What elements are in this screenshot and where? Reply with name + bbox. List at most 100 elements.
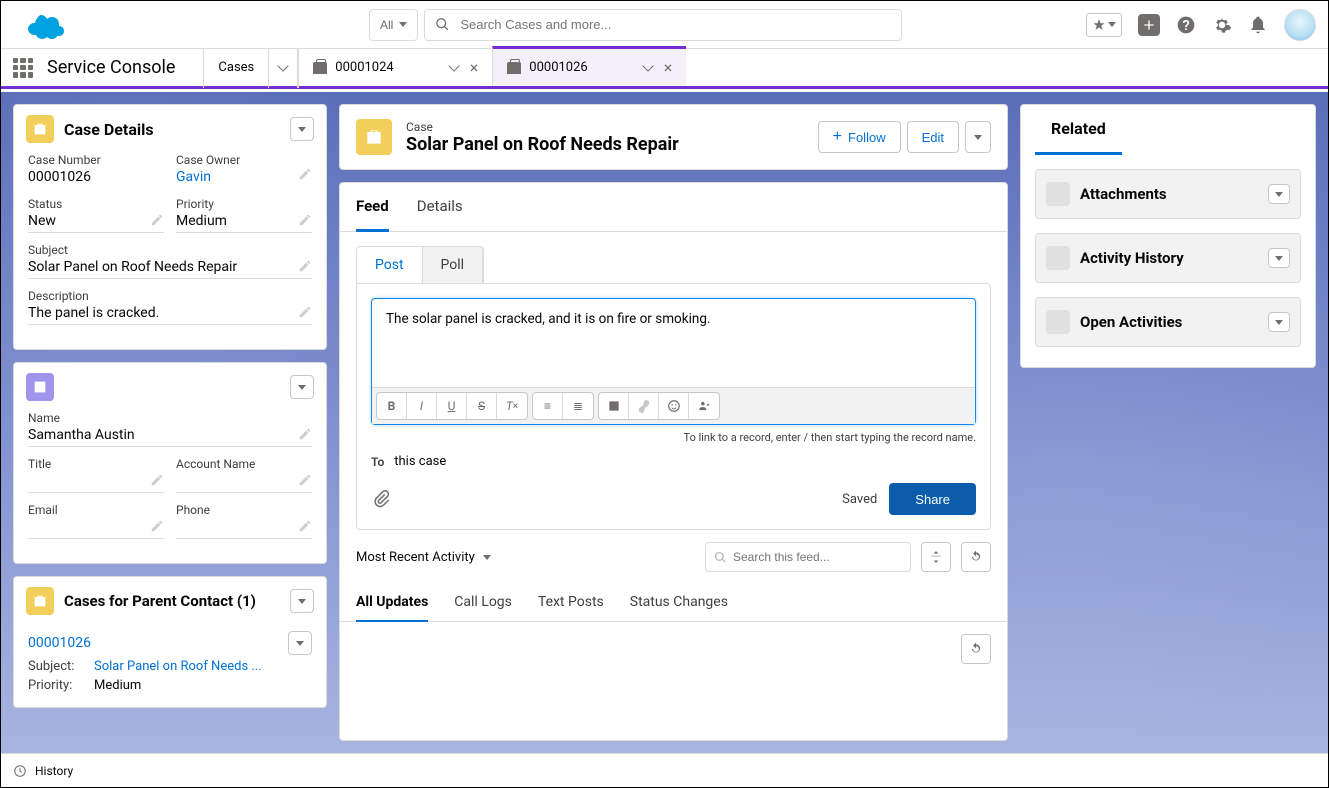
related-card-label: Attachments [1080, 185, 1258, 203]
italic-button[interactable]: I [407, 393, 437, 419]
follow-button[interactable]: +Follow [818, 121, 901, 153]
card-action-menu[interactable] [290, 375, 314, 399]
underline-button[interactable]: U [437, 393, 467, 419]
emoji-button[interactable] [659, 393, 689, 419]
related-card-menu[interactable] [1268, 312, 1290, 332]
chevron-down-icon[interactable] [448, 60, 459, 71]
publisher-tab-poll[interactable]: Poll [423, 247, 484, 283]
feed-refresh-button[interactable] [961, 634, 991, 664]
field-label: Subject: [28, 659, 84, 674]
nav-object-label: Cases [218, 60, 254, 75]
field-label: Priority [176, 197, 312, 211]
favorites-button[interactable] [1086, 13, 1122, 37]
related-card-activity-history[interactable]: Activity History [1035, 233, 1301, 283]
close-icon[interactable]: × [470, 58, 479, 77]
to-value[interactable]: this case [394, 454, 446, 469]
workspace-tab-0[interactable]: 00001024 × [298, 48, 492, 88]
search-scope-button[interactable]: All [369, 9, 418, 41]
bulleted-list-button[interactable]: ≡ [533, 393, 563, 419]
feed-expand-button[interactable] [921, 542, 951, 572]
more-actions-button[interactable] [965, 121, 991, 153]
app-launcher-icon[interactable] [13, 58, 33, 78]
image-button[interactable] [599, 393, 629, 419]
activity-history-icon [1046, 246, 1070, 270]
feed-filter-calls[interactable]: Call Logs [454, 584, 512, 622]
chevron-down-icon [1275, 320, 1283, 325]
card-action-menu[interactable] [290, 117, 314, 141]
chevron-down-icon [298, 127, 306, 132]
pencil-icon[interactable] [298, 213, 312, 227]
pencil-icon[interactable] [150, 473, 164, 487]
context-bar: Service Console Cases 00001024 × 0000102… [1, 49, 1328, 89]
post-textarea[interactable]: The solar panel is cracked, and it is on… [372, 299, 975, 387]
pencil-icon[interactable] [298, 473, 312, 487]
case-icon [313, 62, 327, 74]
gear-icon[interactable] [1212, 15, 1232, 35]
related-card-open-activities[interactable]: Open Activities [1035, 297, 1301, 347]
parent-case-link[interactable]: 00001026 [28, 635, 91, 651]
pencil-icon[interactable] [298, 167, 312, 181]
case-number-value: 00001026 [28, 169, 164, 187]
bold-button[interactable]: B [377, 393, 407, 419]
feed-filter-all[interactable]: All Updates [356, 584, 428, 622]
case-icon [26, 587, 54, 615]
nav-object-dropdown[interactable] [268, 48, 298, 88]
chevron-down-icon [298, 599, 306, 604]
related-card-menu[interactable] [1268, 248, 1290, 268]
mention-button[interactable] [689, 393, 719, 419]
related-card-attachments[interactable]: Attachments [1035, 169, 1301, 219]
card-action-menu[interactable] [290, 589, 314, 613]
case-owner-value[interactable]: Gavin [176, 169, 312, 187]
attach-icon[interactable] [371, 489, 391, 509]
close-icon[interactable]: × [664, 58, 673, 77]
publisher-tab-post[interactable]: Post [357, 247, 423, 283]
feed-filter-status[interactable]: Status Changes [630, 584, 728, 622]
related-card-label: Open Activities [1080, 313, 1258, 331]
star-icon [1092, 18, 1106, 32]
plus-icon: + [833, 128, 842, 146]
share-button[interactable]: Share [889, 483, 976, 515]
attachments-icon [1046, 182, 1070, 206]
numbered-list-button[interactable]: ≣ [563, 393, 593, 419]
related-card-menu[interactable] [1268, 184, 1290, 204]
clear-format-button[interactable]: T× [497, 393, 527, 419]
tab-feed[interactable]: Feed [356, 183, 389, 232]
chevron-down-icon [1108, 22, 1116, 27]
feed-search[interactable] [705, 542, 911, 572]
utility-history-button[interactable]: History [35, 764, 73, 778]
feed-search-input[interactable] [733, 550, 902, 564]
global-search[interactable] [424, 9, 902, 41]
record-type-label: Case [406, 120, 679, 134]
pencil-icon[interactable] [298, 519, 312, 533]
row-action-menu[interactable] [288, 631, 312, 655]
tab-details[interactable]: Details [417, 183, 463, 232]
add-icon[interactable] [1138, 14, 1160, 36]
chevron-down-icon[interactable] [642, 60, 653, 71]
pencil-icon[interactable] [150, 213, 164, 227]
global-header: All [1, 1, 1328, 49]
nav-object-cases[interactable]: Cases [203, 48, 268, 88]
workspace-tab-1[interactable]: 00001026 × [492, 46, 686, 86]
pencil-icon[interactable] [150, 519, 164, 533]
strike-button[interactable]: S [467, 393, 497, 419]
chevron-down-icon [1275, 256, 1283, 261]
feed-refresh-button[interactable] [961, 542, 991, 572]
help-icon[interactable] [1176, 15, 1196, 35]
bell-icon[interactable] [1248, 15, 1268, 35]
pencil-icon[interactable] [298, 305, 312, 319]
pencil-icon[interactable] [298, 259, 312, 273]
field-label: Name [28, 411, 312, 425]
field-label: Case Owner [176, 153, 312, 167]
feed-sort-button[interactable]: Most Recent Activity [356, 550, 491, 565]
edit-button[interactable]: Edit [907, 121, 959, 153]
workspace-tab-label: 00001026 [529, 60, 587, 75]
publisher-tabs: Post Poll [356, 246, 484, 283]
search-input[interactable] [460, 17, 891, 32]
pencil-icon[interactable] [298, 427, 312, 441]
contact-details-card: NameSamantha Austin Title Account Name E… [13, 362, 327, 564]
record-title: Solar Panel on Roof Needs Repair [406, 134, 679, 155]
card-title[interactable]: Cases for Parent Contact (1) [64, 592, 280, 610]
feed-filter-text[interactable]: Text Posts [538, 584, 604, 622]
parent-case-subject[interactable]: Solar Panel on Roof Needs ... [94, 659, 312, 674]
user-avatar[interactable] [1284, 9, 1316, 41]
